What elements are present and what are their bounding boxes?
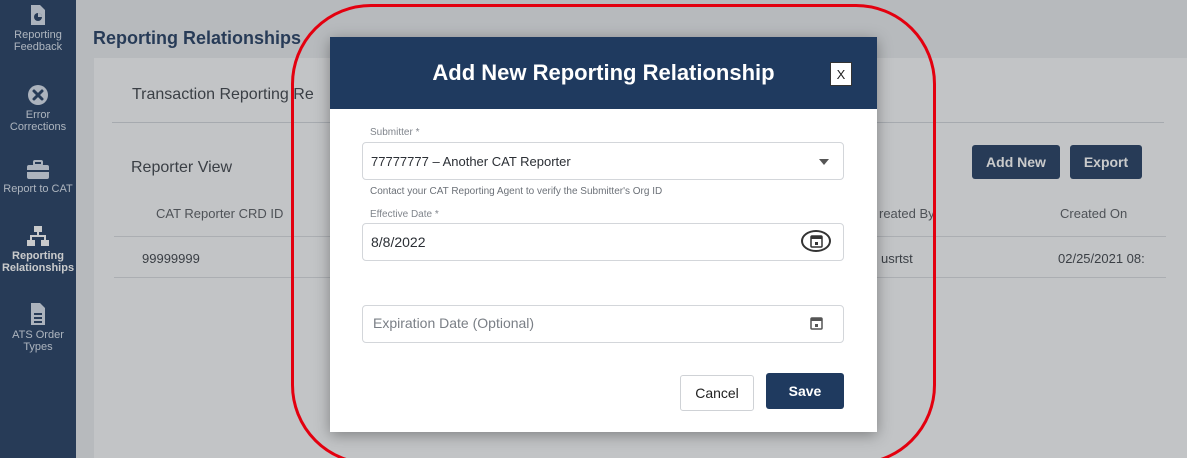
annotation-highlight-ellipse	[291, 4, 936, 458]
app-root: Reporting Feedback Error Corrections Rep…	[0, 0, 1187, 458]
